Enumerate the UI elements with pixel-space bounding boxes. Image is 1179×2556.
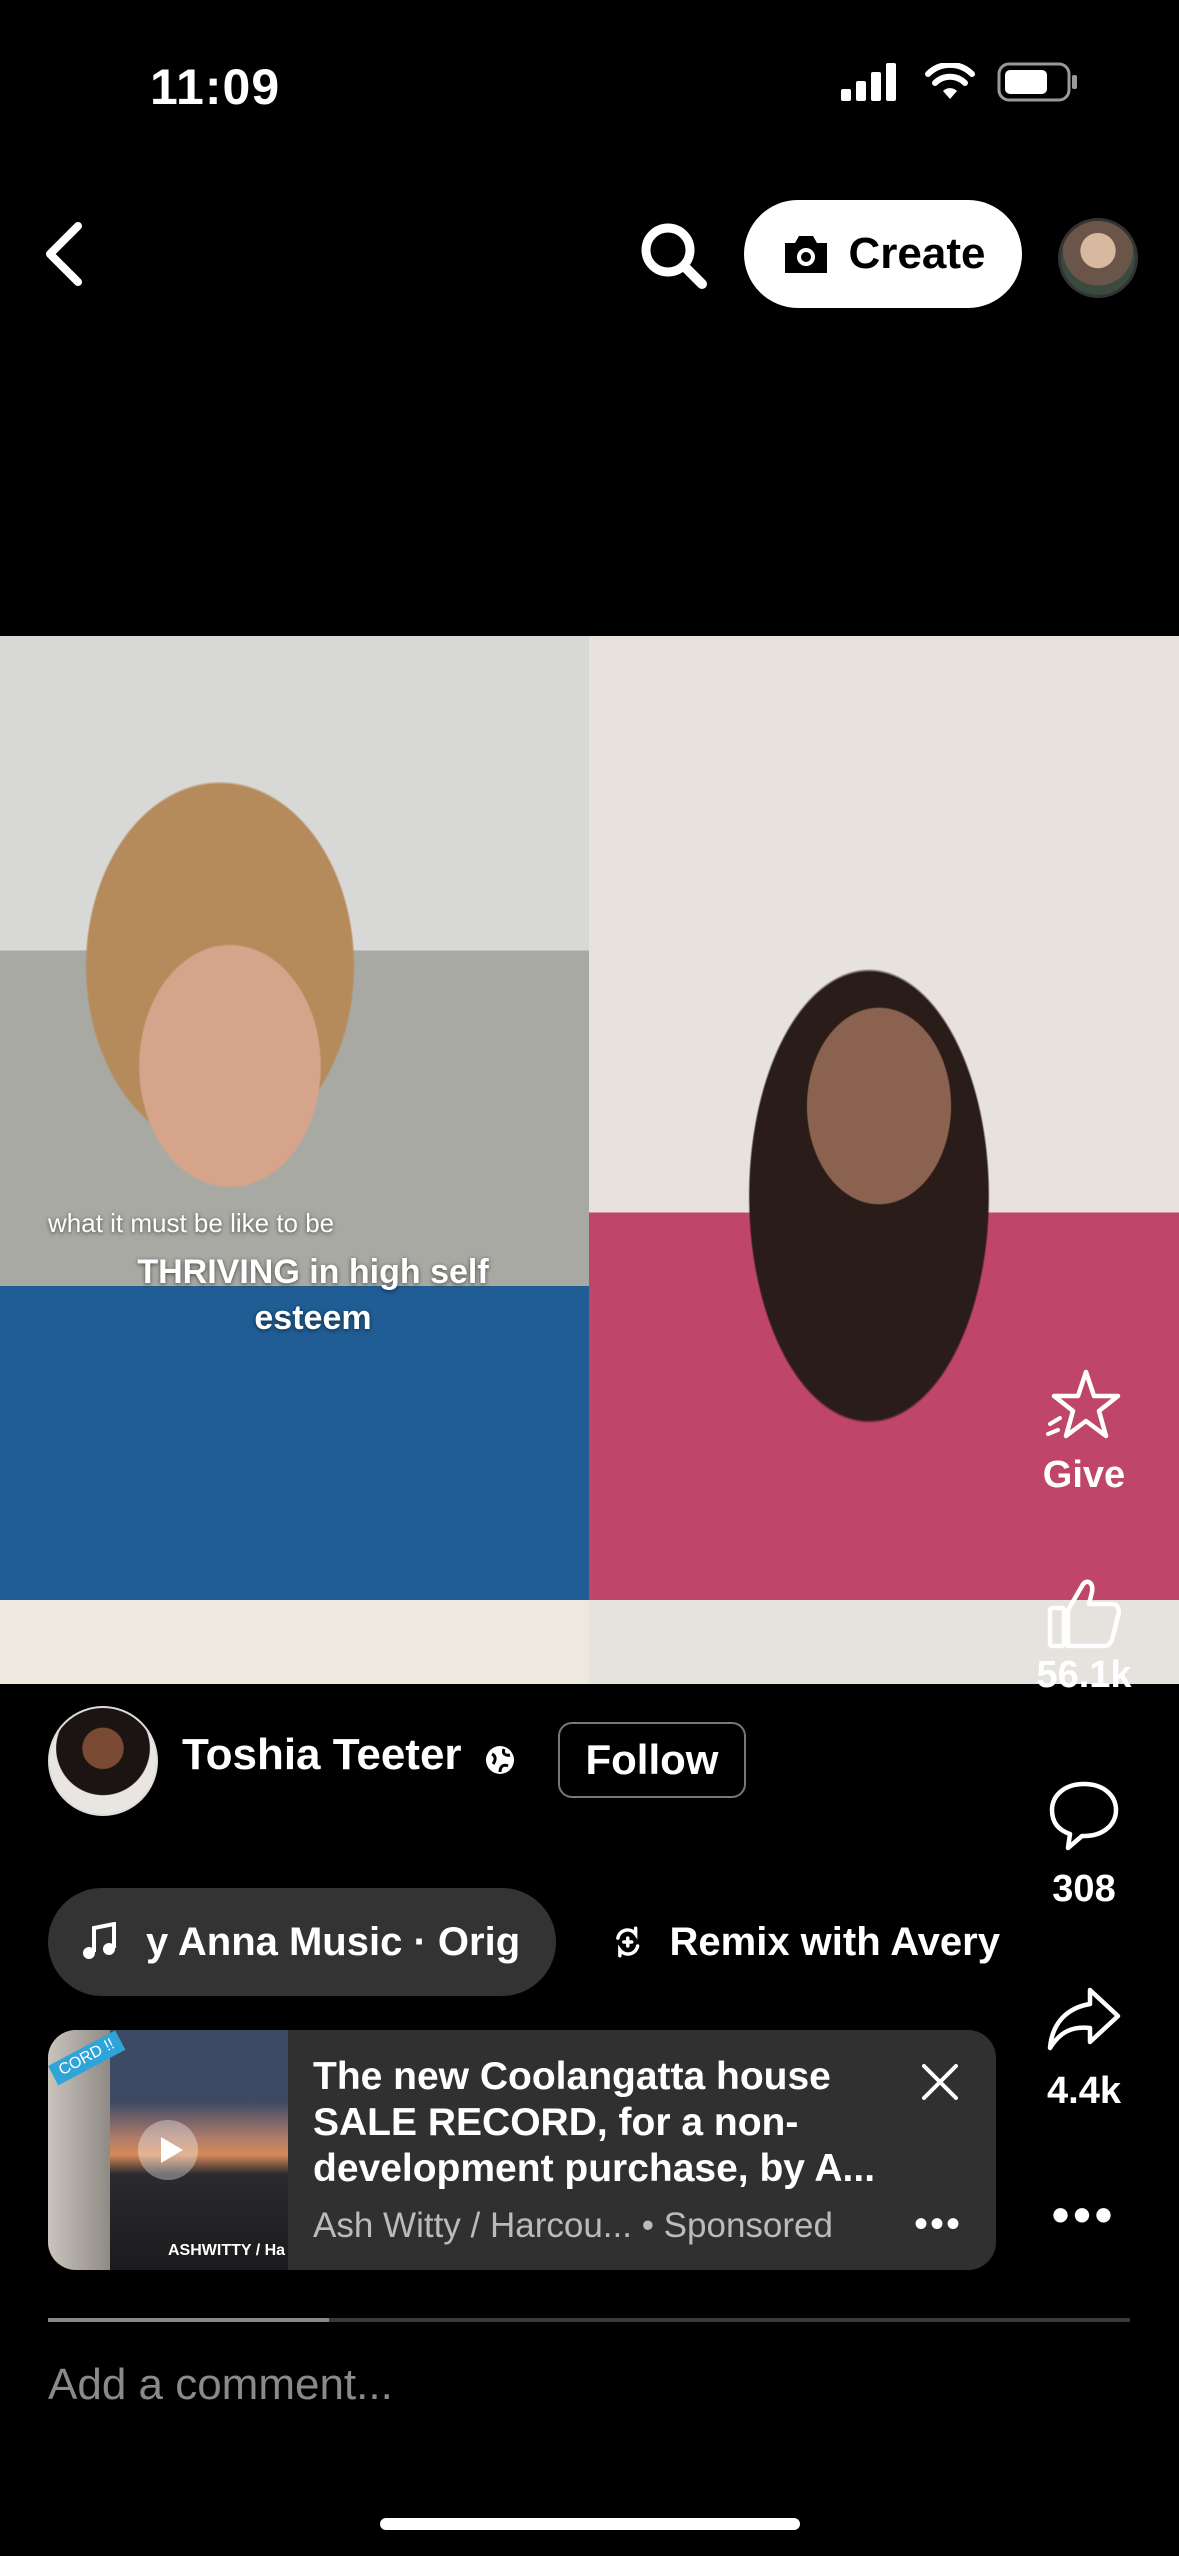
create-label: Create — [848, 229, 986, 278]
music-label: y Anna Music · Orig — [146, 1919, 521, 1964]
give-label: Give — [1042, 1454, 1126, 1496]
like-button[interactable]: 56.1k — [1009, 1572, 1159, 1697]
ad-advertiser: Ash Witty / Harcou... — [313, 2206, 632, 2245]
give-button[interactable]: Give — [1009, 1366, 1159, 1497]
creator-name[interactable]: Toshia Teeter — [182, 1730, 462, 1780]
search-icon — [641, 223, 707, 289]
like-count: 56.1k — [1036, 1654, 1132, 1696]
battery-icon — [997, 62, 1077, 102]
music-pill[interactable]: y Anna Music · Orig — [48, 1888, 556, 1996]
status-icons — [841, 62, 1079, 102]
star-gift-icon — [1046, 1369, 1121, 1439]
home-indicator — [380, 2518, 800, 2530]
caption-big-text: THRIVING in high self esteem — [137, 1253, 489, 1337]
status-time: 11:09 — [150, 59, 281, 115]
ad-sponsored-label: • Sponsored — [641, 2206, 833, 2245]
video-left-panel — [0, 636, 589, 1684]
ad-thumbnail[interactable]: CORD !! ASHWITTY / Ha — [48, 2030, 288, 2270]
video-player[interactable] — [0, 636, 1179, 1684]
share-button[interactable]: 4.4k — [1009, 1980, 1159, 2113]
camera-icon — [784, 236, 827, 273]
follow-button[interactable]: Follow — [558, 1722, 746, 1798]
thumbs-up-icon — [1047, 1579, 1121, 1649]
comment-input[interactable] — [48, 2350, 1128, 2420]
sponsored-ad-card[interactable]: CORD !! ASHWITTY / Ha The new Coolangatt… — [48, 2030, 996, 2270]
video-progress-bar[interactable] — [48, 2318, 1130, 2322]
remix-label: Remix with Avery — [669, 1919, 1001, 1964]
video-progress-fill — [48, 2318, 330, 2322]
video-caption: what it must be like to be THRIVING in h… — [48, 1208, 508, 1341]
profile-avatar[interactable] — [1058, 218, 1138, 298]
ad-thumbnail-watermark: ASHWITTY / Ha — [168, 2242, 286, 2259]
share-arrow-icon — [1047, 1987, 1121, 2051]
video-right-panel — [589, 636, 1179, 1684]
comment-button[interactable]: 308 — [1009, 1776, 1159, 1911]
share-count: 4.4k — [1047, 2070, 1121, 2112]
close-icon[interactable] — [918, 2060, 962, 2104]
globe-icon — [486, 1746, 514, 1774]
ad-meta: Ash Witty / Harcou... • Sponsored — [313, 2206, 833, 2246]
music-note-icon — [83, 1922, 116, 1959]
remix-button[interactable]: Remix with Avery — [610, 1888, 1000, 1996]
more-options-button[interactable]: ••• — [1009, 2186, 1159, 2244]
caption-small-text: what it must be like to be — [48, 1208, 335, 1238]
create-button[interactable]: Create — [744, 200, 1022, 308]
cellular-signal-icon — [841, 63, 896, 101]
search-button[interactable] — [636, 218, 712, 294]
wifi-icon — [925, 63, 975, 99]
more-horizontal-icon: ••• — [1051, 2187, 1117, 2243]
creator-avatar[interactable] — [48, 1706, 158, 1816]
play-icon — [138, 2120, 198, 2180]
remix-icon — [616, 1926, 640, 1958]
comment-bubble-icon — [1049, 1781, 1119, 1851]
ad-more-icon[interactable]: ••• — [914, 2202, 962, 2247]
back-button[interactable] — [38, 218, 98, 288]
ad-title: The new Coolangatta house SALE RECORD, f… — [313, 2055, 876, 2190]
chevron-left-icon — [46, 222, 82, 286]
comment-count: 308 — [1052, 1868, 1116, 1910]
